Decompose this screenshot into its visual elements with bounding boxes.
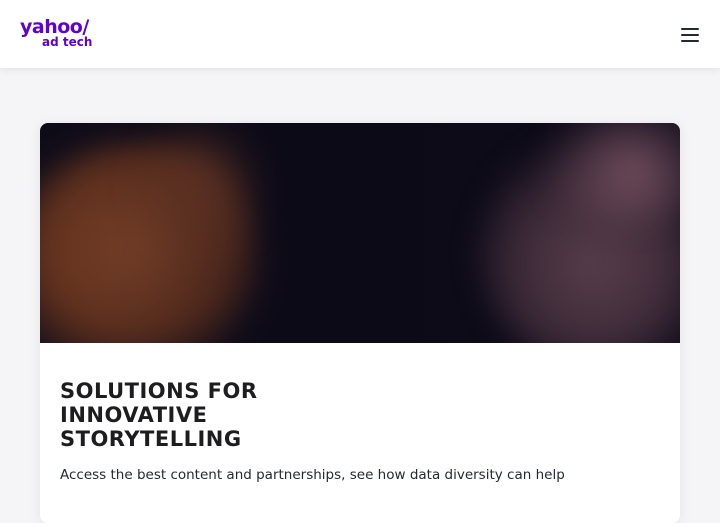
- hero-image-overlay: [40, 123, 680, 343]
- hamburger-menu-icon[interactable]: [681, 28, 699, 42]
- yahoo-ad-tech-logo[interactable]: yahoo/ ad tech: [20, 18, 93, 49]
- logo-subtitle: ad tech: [42, 35, 93, 49]
- site-header: yahoo/ ad tech: [0, 0, 720, 68]
- hero-image: [40, 123, 680, 343]
- feature-card[interactable]: SOLUTIONS FOR INNOVATIVE STORYTELLING Ac…: [40, 123, 680, 523]
- menu-bar-middle: [681, 34, 699, 36]
- menu-bar-top: [681, 28, 699, 30]
- card-title: SOLUTIONS FOR INNOVATIVE STORYTELLING: [60, 379, 258, 451]
- card-body: SOLUTIONS FOR INNOVATIVE STORYTELLING Ac…: [40, 343, 680, 485]
- card-description: Access the best content and partnerships…: [60, 467, 565, 483]
- menu-bar-bottom: [681, 40, 699, 42]
